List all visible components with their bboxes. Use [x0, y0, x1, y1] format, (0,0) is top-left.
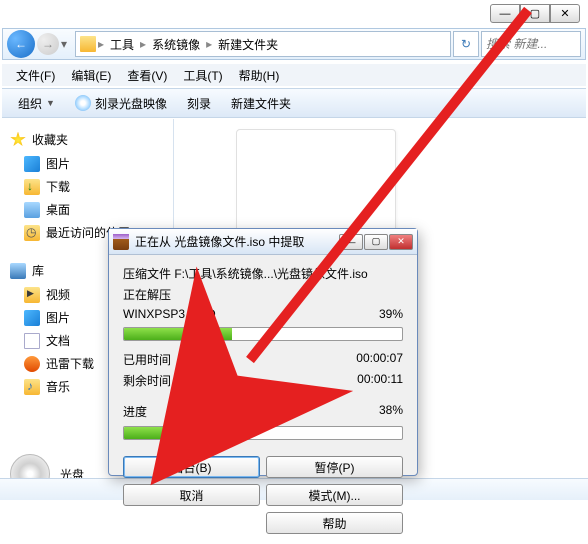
menu-file[interactable]: 文件(F) [8, 65, 63, 86]
sidebar-favorites-header[interactable]: 收藏夹 [2, 127, 173, 152]
search-box[interactable] [481, 31, 581, 57]
pictures-icon [24, 156, 40, 172]
nav-bar: ← → ▾ ▸ 工具 ▸ 系统镜像 ▸ 新建文件夹 ↻ [2, 28, 586, 60]
sidebar-item-label: 下载 [46, 178, 70, 195]
menu-tools[interactable]: 工具(T) [175, 65, 230, 86]
total-progress-fill [124, 427, 230, 439]
star-icon [10, 132, 26, 148]
window-minimize[interactable]: — [490, 4, 520, 23]
dialog-extracting-label: 正在解压 [123, 286, 403, 303]
dialog-current-file: WINXPSP3.GHO [123, 307, 216, 321]
toolbar-burn[interactable]: 刻录 [177, 91, 221, 116]
disc-icon [75, 95, 91, 111]
sidebar-item-label: 音乐 [46, 378, 70, 395]
music-icon [24, 379, 40, 395]
documents-icon [24, 333, 40, 349]
breadcrumb[interactable]: ▸ 工具 ▸ 系统镜像 ▸ 新建文件夹 [75, 31, 451, 57]
window-close[interactable]: ✕ [550, 4, 580, 23]
sidebar-item-label: 视频 [46, 286, 70, 303]
toolbar-organize[interactable]: 组织 ▼ [8, 91, 65, 116]
dialog-current-pct: 39% [379, 307, 403, 321]
dialog-close[interactable]: ✕ [389, 234, 413, 250]
nav-back-button[interactable]: ← [7, 30, 35, 58]
total-progress-label: 进度 [123, 403, 147, 420]
extract-dialog: 正在从 光盘镜像文件.iso 中提取 — ▢ ✕ 压缩文件 F:\工具\系统镜像… [108, 228, 418, 476]
archive-icon [113, 234, 129, 250]
toolbar: 组织 ▼ 刻录光盘映像 刻录 新建文件夹 [2, 88, 586, 118]
breadcrumb-item-0[interactable]: 工具 [106, 34, 138, 55]
sidebar-item-label: 图片 [46, 309, 70, 326]
background-button[interactable]: 后台(B) [123, 456, 260, 478]
nav-history-dropdown[interactable]: ▾ [61, 37, 73, 51]
recent-icon [24, 225, 40, 241]
pictures-icon [24, 310, 40, 326]
cancel-button[interactable]: 取消 [123, 484, 260, 506]
refresh-button[interactable]: ↻ [453, 31, 479, 57]
elapsed-value: 00:00:07 [356, 351, 403, 368]
dialog-title: 正在从 光盘镜像文件.iso 中提取 [135, 233, 333, 250]
nav-forward-button[interactable]: → [37, 33, 59, 55]
folder-icon [80, 36, 96, 52]
toolbar-burn-image-label: 刻录光盘映像 [95, 95, 167, 112]
menu-view[interactable]: 查看(V) [119, 65, 175, 86]
dialog-minimize[interactable]: — [339, 234, 363, 250]
sidebar-item-pictures[interactable]: 图片 [2, 152, 173, 175]
file-progress-fill [124, 328, 232, 340]
downloads-icon [24, 179, 40, 195]
elapsed-label: 已用时间 [123, 351, 171, 368]
dialog-file-line: 压缩文件 F:\工具\系统镜像...\光盘镜像文件.iso [123, 265, 403, 282]
toolbar-burn-image[interactable]: 刻录光盘映像 [65, 91, 177, 116]
dialog-maximize[interactable]: ▢ [364, 234, 388, 250]
help-button[interactable]: 帮助 [266, 512, 403, 534]
xunlei-icon [24, 356, 40, 372]
sidebar-item-downloads[interactable]: 下载 [2, 175, 173, 198]
breadcrumb-sep: ▸ [140, 37, 146, 51]
sidebar-item-label: 迅雷下载 [46, 355, 94, 372]
sidebar-libraries-label: 库 [32, 262, 44, 279]
dialog-body: 压缩文件 F:\工具\系统镜像...\光盘镜像文件.iso 正在解压 WINXP… [109, 255, 417, 544]
menu-help[interactable]: 帮助(H) [231, 65, 288, 86]
sidebar-favorites-label: 收藏夹 [32, 131, 68, 148]
breadcrumb-item-1[interactable]: 系统镜像 [148, 34, 204, 55]
remaining-value: 00:00:11 [357, 372, 403, 389]
search-input[interactable] [486, 37, 576, 51]
menu-bar: 文件(F) 编辑(E) 查看(V) 工具(T) 帮助(H) [2, 64, 586, 86]
pause-button[interactable]: 暂停(P) [266, 456, 403, 478]
total-progress-bar [123, 426, 403, 440]
toolbar-new-folder[interactable]: 新建文件夹 [221, 91, 301, 116]
mode-button[interactable]: 模式(M)... [266, 484, 403, 506]
libraries-icon [10, 263, 26, 279]
sidebar-item-label: 桌面 [46, 201, 70, 218]
sidebar-favorites-group: 收藏夹 图片 下载 桌面 最近访问的位置 [2, 127, 173, 244]
videos-icon [24, 287, 40, 303]
menu-edit[interactable]: 编辑(E) [63, 65, 119, 86]
total-progress-pct: 38% [379, 403, 403, 420]
breadcrumb-sep: ▸ [206, 37, 212, 51]
sidebar-item-label: 图片 [46, 155, 70, 172]
remaining-label: 剩余时间 [123, 372, 171, 389]
desktop-icon [24, 202, 40, 218]
sidebar-item-label: 文档 [46, 332, 70, 349]
breadcrumb-sep: ▸ [98, 37, 104, 51]
toolbar-organize-label: 组织 [18, 95, 42, 112]
chevron-down-icon: ▼ [46, 98, 55, 108]
breadcrumb-item-2[interactable]: 新建文件夹 [214, 34, 282, 55]
sidebar-item-desktop[interactable]: 桌面 [2, 198, 173, 221]
dialog-titlebar[interactable]: 正在从 光盘镜像文件.iso 中提取 — ▢ ✕ [109, 229, 417, 255]
window-maximize[interactable]: ▢ [520, 4, 550, 23]
file-progress-bar [123, 327, 403, 341]
